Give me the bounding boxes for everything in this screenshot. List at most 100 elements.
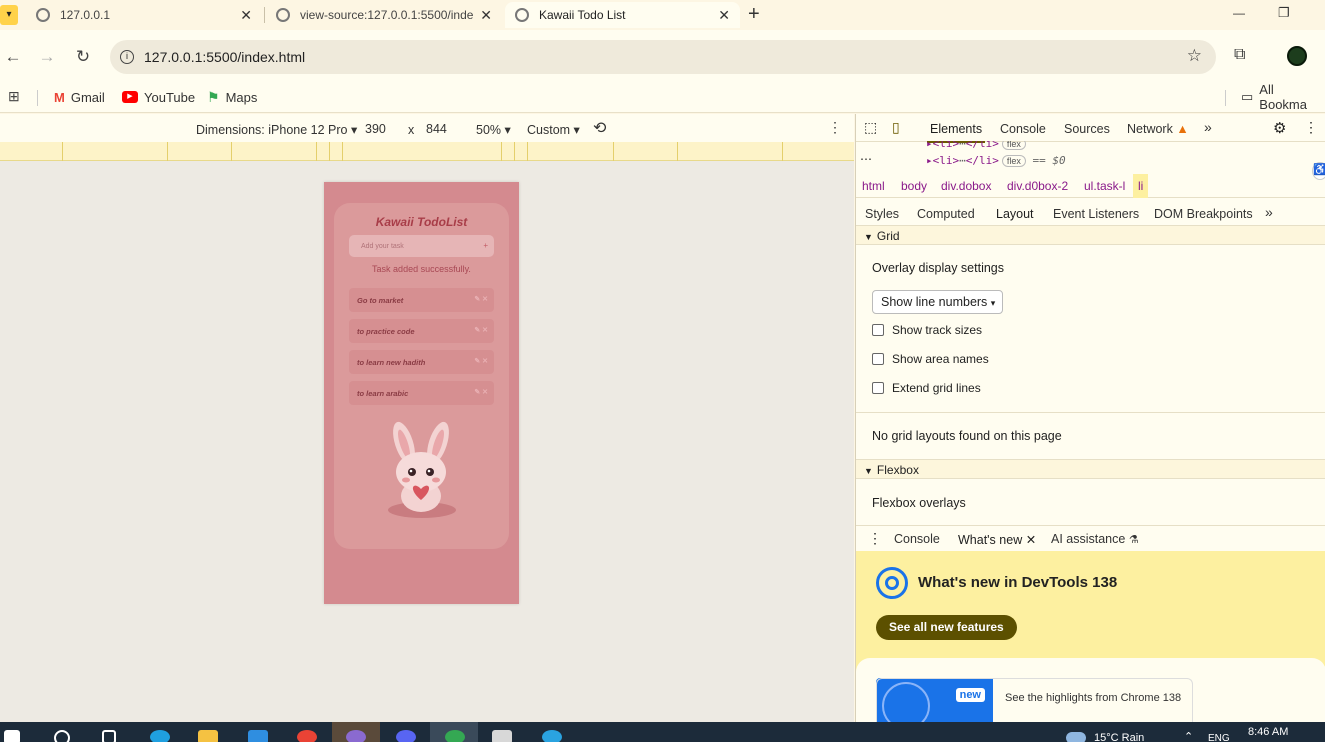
tab-3-active[interactable]: Kawaii Todo List ✕ [505,2,740,28]
drawer-menu-icon[interactable]: ⋮ [868,530,882,547]
crumb-ul[interactable]: ul.task-l [1084,179,1125,193]
task-item[interactable]: to learn new hadith ✎ ✕ [349,350,494,374]
bookmark-youtube[interactable]: ▶ YouTube [122,86,195,108]
tab-search-icon[interactable]: ▾ [0,5,18,25]
more-options-icon[interactable]: ⋮ [828,119,842,136]
inspect-element-icon[interactable]: ⬚ [864,119,877,136]
close-icon[interactable]: ✕ [1026,533,1036,547]
tab-sources[interactable]: Sources [1064,122,1110,136]
extensions-icon[interactable]: ⧉ [1234,46,1245,64]
task-actions[interactable]: ✎ ✕ [474,357,488,365]
settings-gear-icon[interactable]: ⚙ [1273,119,1286,137]
bookmark-maps[interactable]: ⚑ Maps [207,86,257,108]
rotate-icon[interactable]: ⟲ [593,118,606,138]
vscode-icon[interactable] [248,730,268,742]
device-select[interactable]: Dimensions: iPhone 12 Pro ▾ [196,122,357,137]
telegram-icon[interactable] [542,730,562,742]
tab-event-listeners[interactable]: Event Listeners [1053,207,1139,221]
task-text: to practice code [357,327,415,336]
tab-title: Kawaii Todo List [539,8,626,22]
see-all-features-button[interactable]: See all new features [876,615,1017,640]
chrome-icon[interactable] [445,730,465,742]
devtools-menu-icon[interactable]: ⋮ [1304,119,1318,136]
start-icon[interactable] [4,730,20,742]
checkbox-extend-lines[interactable]: Extend grid lines [872,381,981,395]
windows-taskbar: 15°C Rain ⌃ ENG 8:46 AM [0,722,1325,742]
tab-styles[interactable]: Styles [865,207,899,221]
search-icon[interactable] [54,730,70,742]
tab-dom-breakpoints[interactable]: DOM Breakpoints [1154,207,1253,221]
language-indicator[interactable]: ENG [1208,733,1230,742]
globe-icon [515,8,529,22]
flexbox-section-header[interactable]: ▼ Flexbox [856,459,1325,479]
bookmark-star-icon[interactable]: ☆ [1187,46,1202,66]
back-icon[interactable]: ← [2,46,24,68]
more-subtabs-icon[interactable]: » [1265,204,1273,220]
dom-node-selected[interactable]: ▸<li>⋯</li> flex == $0 [926,154,1066,167]
clock[interactable]: 8:46 AM [1248,726,1288,738]
crumb-html[interactable]: html [862,179,885,193]
tab-elements[interactable]: Elements [926,122,986,143]
forward-icon[interactable]: → [36,46,58,68]
tab-console[interactable]: Console [1000,122,1046,136]
add-task-button[interactable]: + [483,241,488,250]
more-tabs-icon[interactable]: » [1204,119,1212,135]
discord-icon[interactable] [396,730,416,742]
restore-button[interactable]: ❐ [1278,5,1290,21]
tab-2[interactable]: view-source:127.0.0.1:5500/inde ✕ [266,2,502,28]
crumb-body[interactable]: body [901,179,927,193]
task-actions[interactable]: ✎ ✕ [474,388,488,396]
drawer-tab-console[interactable]: Console [894,532,940,546]
crumb-d0box[interactable]: div.d0box-2 [1007,179,1068,193]
weather-widget[interactable]: 15°C Rain [1066,732,1144,742]
tab-1[interactable]: 127.0.0.1 ✕ [26,2,262,28]
throttle-select[interactable]: Custom ▾ [527,122,580,137]
bookmark-gmail[interactable]: M Gmail [54,86,105,108]
address-bar[interactable]: i 127.0.0.1:5500/index.html ☆ [110,40,1216,74]
height-input[interactable]: 844 [426,122,447,136]
tray-chevron-icon[interactable]: ⌃ [1184,730,1193,742]
collapse-triangle-icon: ▼ [864,232,873,242]
drawer-tab-whats-new[interactable]: What's new ✕ [954,532,1040,553]
device-mode-icon[interactable]: ▯ [892,119,900,136]
edge-icon[interactable] [150,730,170,742]
drawer-tab-ai-assistance[interactable]: AI assistance ⚗ [1051,532,1139,546]
tab-close-icon[interactable]: ✕ [480,7,492,24]
zoom-value: 50% [476,123,502,137]
task-item[interactable]: Go to market ✎ ✕ [349,288,494,312]
width-input[interactable]: 390 [365,122,386,136]
reload-icon[interactable]: ↻ [72,46,94,68]
grid-overlay-select[interactable]: Show line numbers ▾ [872,290,1003,314]
file-explorer-icon[interactable] [198,730,218,742]
all-bookmarks-folder[interactable]: ▭ All Bookma [1241,82,1325,112]
checkbox-area-names[interactable]: Show area names [872,352,989,366]
apps-grid-icon[interactable]: ⊞ [8,88,20,105]
task-actions[interactable]: ✎ ✕ [474,326,488,334]
grid-section-header[interactable]: ▼ Grid [856,225,1325,245]
zoom-select[interactable]: 50% ▾ [476,122,511,137]
minimize-button[interactable]: — [1233,6,1245,20]
tab-close-icon[interactable]: ✕ [718,7,730,24]
drawer-tabbar: ⋮ Console What's new ✕ AI assistance ⚗ [856,525,1325,553]
ellipsis-icon[interactable]: ⋯ [860,152,872,166]
task-view-icon[interactable] [102,730,116,742]
crumb-dobox[interactable]: div.dobox [941,179,991,193]
app-icon[interactable] [492,730,512,742]
chrome-icon[interactable] [297,730,317,742]
task-item[interactable]: to practice code ✎ ✕ [349,319,494,343]
task-input[interactable]: Add your task + [349,235,494,257]
tab-network[interactable]: Network ▲ [1127,122,1189,136]
app-icon[interactable] [346,730,366,742]
tab-layout[interactable]: Layout [993,207,1037,228]
dom-node[interactable]: ▸<li>⋯</li> flex [926,141,1026,151]
media-query-ruler[interactable] [0,142,854,161]
avatar[interactable] [1287,46,1307,66]
task-item[interactable]: to learn arabic ✎ ✕ [349,381,494,405]
new-tab-button[interactable]: + [748,3,760,26]
site-info-icon[interactable]: i [120,50,134,64]
checkbox-track-sizes[interactable]: Show track sizes [872,323,982,337]
tab-close-icon[interactable]: ✕ [240,7,252,24]
tab-computed[interactable]: Computed [917,207,975,221]
task-actions[interactable]: ✎ ✕ [474,295,488,303]
crumb-li[interactable]: li [1133,174,1149,198]
